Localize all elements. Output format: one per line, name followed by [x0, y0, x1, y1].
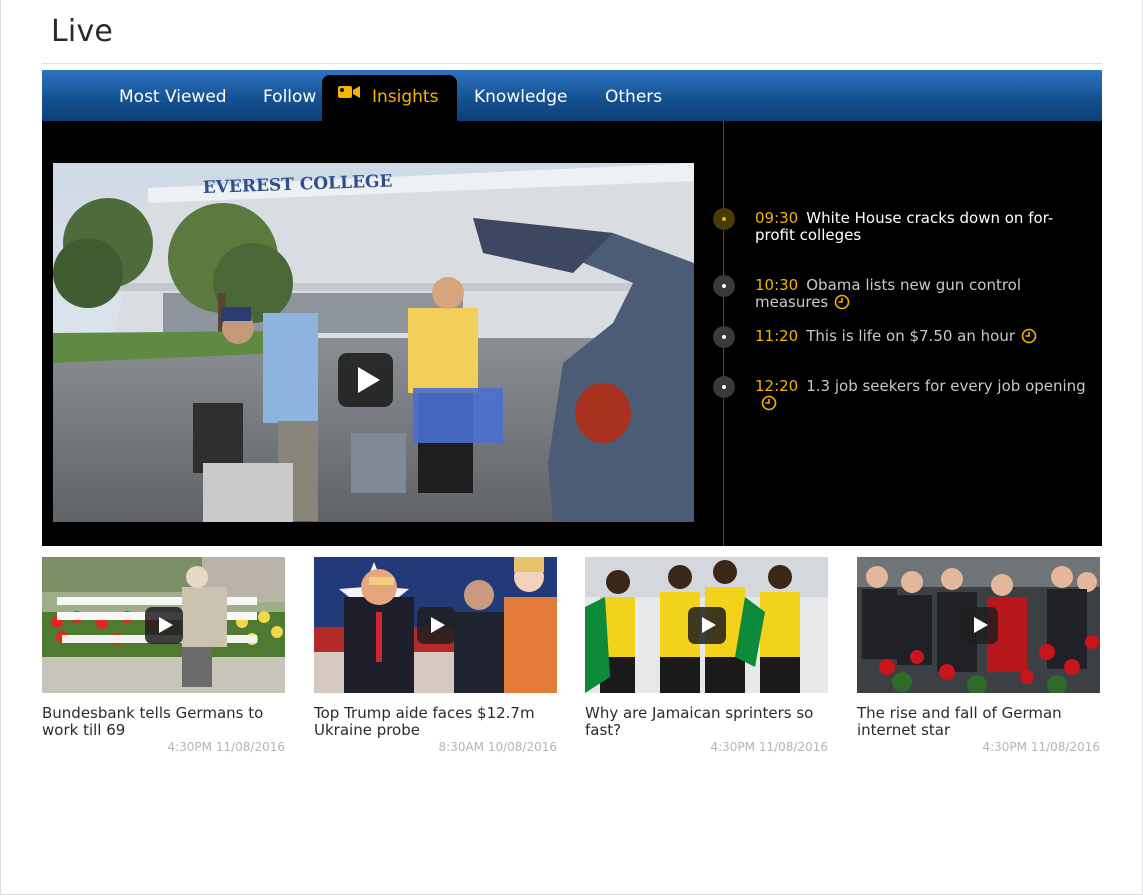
timeline-dot	[713, 376, 735, 398]
clock-icon[interactable]	[834, 294, 850, 314]
timeline-dot	[713, 275, 735, 297]
timeline-time: 09:30	[755, 209, 799, 227]
video-card-timestamp: 4:30PM 11/08/2016	[167, 740, 285, 754]
timeline-title: 1.3 job seekers for every job opening	[806, 377, 1086, 395]
video-card[interactable]: The rise and fall of German internet sta…	[857, 557, 1100, 754]
timeline-title: This is life on $7.50 an hour	[806, 327, 1016, 345]
video-card-timestamp: 8:30AM 10/08/2016	[438, 740, 558, 754]
video-card-thumbnail[interactable]	[585, 557, 828, 693]
video-card-title[interactable]: Why are Jamaican sprinters so fast?	[585, 705, 828, 739]
play-button[interactable]	[960, 607, 998, 644]
video-thumbnail: EVEREST COLLEGE	[53, 163, 694, 522]
play-button[interactable]	[688, 607, 726, 644]
timeline-time: 12:20	[755, 377, 799, 395]
play-button[interactable]	[417, 607, 455, 644]
video-card-title[interactable]: The rise and fall of German internet sta…	[857, 705, 1100, 739]
title-divider	[42, 63, 1102, 64]
tab-insights-label: Insights	[372, 87, 439, 107]
video-card[interactable]: Top Trump aide faces $12.7m Ukraine prob…	[314, 557, 557, 754]
tab-others[interactable]: Others	[605, 70, 662, 121]
timeline-dot	[713, 326, 735, 348]
video-card-thumbnail[interactable]	[857, 557, 1100, 693]
live-player-panel: EVEREST COLLEGE 09:30 White House cracks…	[42, 121, 1102, 546]
video-card[interactable]: Bundesbank tells Germans to work till 69…	[42, 557, 285, 754]
tab-most-viewed[interactable]: Most Viewed	[119, 70, 227, 121]
timeline-time: 11:20	[755, 327, 799, 345]
tab-knowledge[interactable]: Knowledge	[474, 70, 567, 121]
timeline-time: 10:30	[755, 276, 799, 294]
video-card[interactable]: Why are Jamaican sprinters so fast? 4:30…	[585, 557, 828, 754]
video-card-title[interactable]: Top Trump aide faces $12.7m Ukraine prob…	[314, 705, 557, 739]
tab-insights[interactable]: Insights	[322, 73, 458, 121]
video-camera-icon	[338, 73, 360, 117]
clock-icon[interactable]	[1021, 328, 1037, 348]
page-title: Live	[51, 14, 114, 49]
timeline-title: White House cracks down on for-profit co…	[755, 209, 1054, 244]
timeline-dot-active	[713, 208, 735, 230]
video-card-title[interactable]: Bundesbank tells Germans to work till 69	[42, 705, 285, 739]
play-button[interactable]	[338, 353, 393, 407]
tab-follow[interactable]: Follow	[263, 70, 316, 121]
video-card-timestamp: 4:30PM 11/08/2016	[710, 740, 828, 754]
play-button[interactable]	[145, 607, 183, 644]
video-card-thumbnail[interactable]	[42, 557, 285, 693]
video-player[interactable]: EVEREST COLLEGE	[53, 163, 694, 522]
tab-bar: Most Viewed Follow Insights Knowledge Ot…	[42, 70, 1102, 121]
video-card-timestamp: 4:30PM 11/08/2016	[982, 740, 1100, 754]
clock-icon[interactable]	[761, 395, 777, 415]
video-card-thumbnail[interactable]	[314, 557, 557, 693]
